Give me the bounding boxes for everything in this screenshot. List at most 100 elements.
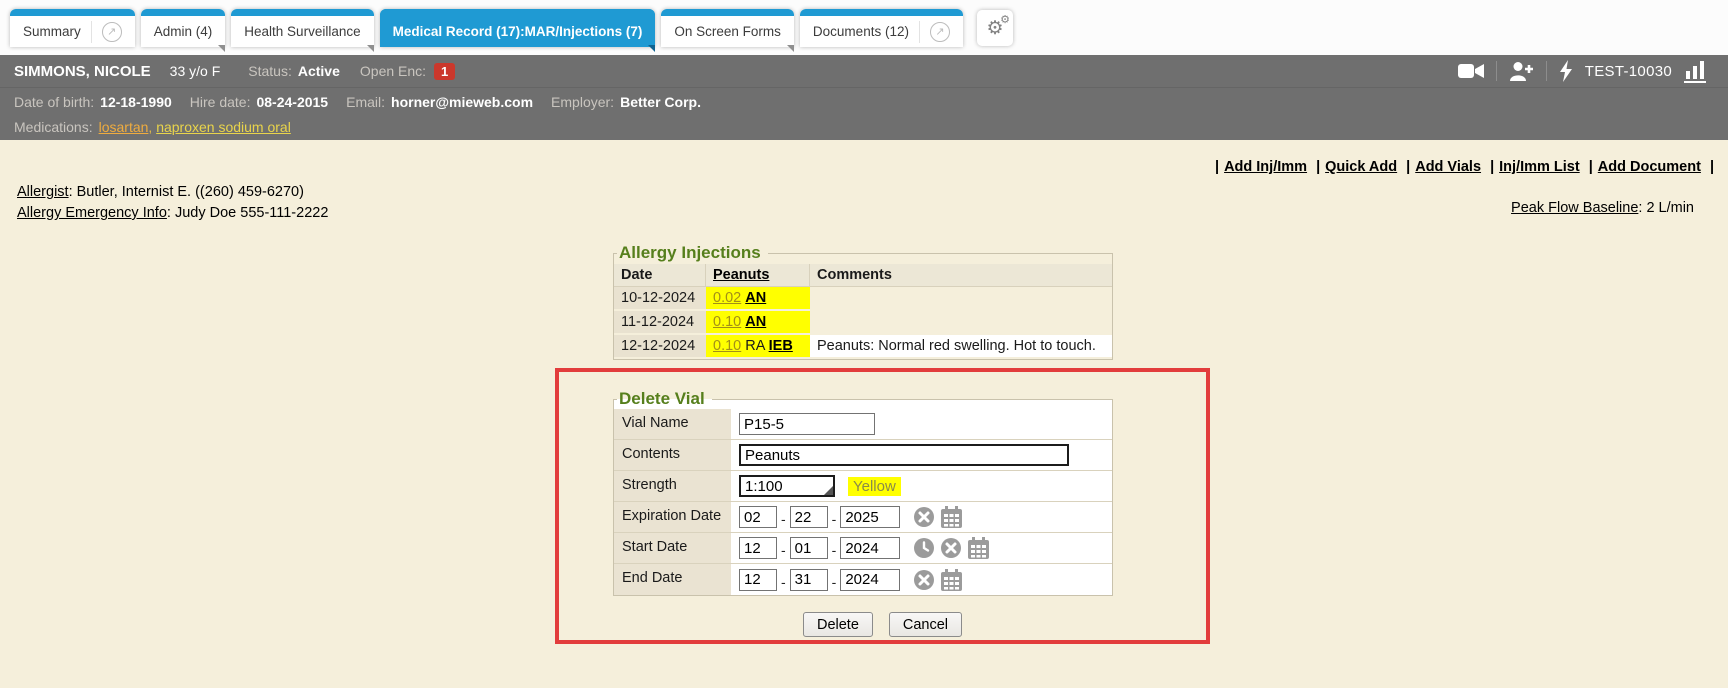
medications-row: Medications: losartan, naproxen sodium o… [0, 115, 1728, 139]
clock-icon[interactable] [913, 537, 935, 559]
email-value: horner@mieweb.com [391, 94, 533, 110]
add-inj-imm-link[interactable]: Add Inj/Imm [1224, 159, 1307, 175]
end-month-input[interactable] [739, 569, 777, 591]
patient-name: SIMMONS, NICOLE [14, 63, 151, 80]
dose-link[interactable]: 0.10 [713, 314, 741, 330]
tab-admin[interactable]: Admin (4) [141, 9, 226, 47]
allergist-link[interactable]: Allergist [17, 184, 69, 200]
delete-vial-fieldset: Delete Vial Vial Name Contents Strength … [613, 389, 1113, 596]
dose-link[interactable]: 0.10 [713, 338, 741, 354]
add-document-link[interactable]: Add Document [1598, 159, 1701, 175]
clear-date-icon[interactable] [913, 506, 935, 528]
clear-date-icon[interactable] [913, 569, 935, 591]
tab-divider [91, 21, 92, 43]
action-links: |Add Inj/Imm |Quick Add |Add Vials |Inj/… [1210, 159, 1719, 175]
vial-name-field [731, 409, 1112, 439]
date-separator: - [832, 511, 837, 527]
delete-button[interactable]: Delete [803, 612, 873, 637]
employer-value: Better Corp. [620, 94, 701, 110]
popout-icon[interactable] [930, 22, 950, 42]
patient-header: SIMMONS, NICOLE 33 y/o F Status: Active … [0, 55, 1728, 140]
hire-date-value: 08-24-2015 [256, 94, 328, 110]
allergy-emergency-link[interactable]: Allergy Emergency Info [17, 205, 167, 221]
clear-date-icon[interactable] [940, 537, 962, 559]
popout-icon[interactable] [102, 22, 122, 42]
injection-comment [810, 311, 1112, 335]
delete-vial-title: Delete Vial [617, 389, 712, 409]
allergy-emergency-value: : Judy Doe 555-111-2222 [167, 205, 329, 221]
vial-name-label: Vial Name [614, 409, 731, 439]
tab-medical-record-label: Medical Record (17):MAR/Injections (7) [393, 24, 643, 39]
injection-comment: Peanuts: Normal red swelling. Hot to tou… [810, 335, 1112, 359]
medication-link-naproxen[interactable]: naproxen sodium oral [156, 119, 291, 135]
expiration-year-input[interactable] [840, 506, 900, 528]
tab-medical-record[interactable]: Medical Record (17):MAR/Injections (7) [380, 9, 656, 47]
dose-flag-link[interactable]: IEB [769, 338, 793, 354]
date-separator: - [781, 511, 786, 527]
contents-input[interactable] [739, 444, 1069, 466]
start-month-input[interactable] [739, 537, 777, 559]
date-column-header: Date [614, 264, 706, 287]
end-date-field: - - [731, 564, 1112, 595]
allergist-value: : Butler, Internist E. ((260) 459-6270) [69, 184, 304, 200]
hire-date-label: Hire date: [190, 94, 251, 110]
strength-input[interactable] [739, 475, 835, 497]
employer-label: Employer: [551, 94, 614, 110]
open-enc-label: Open Enc: [360, 63, 426, 79]
calendar-icon[interactable] [940, 506, 963, 528]
tab-documents[interactable]: Documents (12) [800, 9, 963, 47]
status-label: Status: [248, 63, 292, 79]
calendar-icon[interactable] [967, 537, 990, 559]
link-separator: | [1311, 159, 1325, 175]
tab-summary-label: Summary [23, 24, 81, 39]
injection-date: 12-12-2024 [614, 335, 706, 359]
patient-header-row: SIMMONS, NICOLE 33 y/o F Status: Active … [0, 55, 1728, 88]
tab-summary[interactable]: Summary [10, 9, 135, 47]
bar-chart-icon[interactable] [1684, 60, 1708, 83]
top-tab-bar: Summary Admin (4) Health Surveillance Me… [0, 0, 1728, 55]
start-date-field: - - [731, 533, 1112, 563]
dose-link[interactable]: 0.02 [713, 290, 741, 306]
start-date-label: Start Date [614, 533, 731, 563]
date-separator: - [781, 542, 786, 558]
end-day-input[interactable] [790, 569, 828, 591]
tab-settings-button[interactable] [977, 10, 1013, 46]
table-header-row: Date Peanuts Comments [614, 264, 1112, 287]
start-date-row: Start Date - - [614, 533, 1112, 564]
end-date-label: End Date [614, 564, 731, 595]
contents-label: Contents [614, 440, 731, 470]
injection-date: 10-12-2024 [614, 287, 706, 311]
expiration-day-input[interactable] [790, 506, 828, 528]
medications-label: Medications: [14, 119, 93, 135]
strength-label: Strength [614, 471, 731, 501]
cancel-button[interactable]: Cancel [889, 612, 962, 637]
inj-imm-list-link[interactable]: Inj/Imm List [1499, 159, 1580, 175]
start-day-input[interactable] [790, 537, 828, 559]
vial-name-row: Vial Name [614, 409, 1112, 440]
contents-row: Contents [614, 440, 1112, 471]
calendar-icon[interactable] [940, 569, 963, 591]
dose-flag-link[interactable]: AN [745, 314, 766, 330]
dose-flag-link[interactable]: AN [745, 290, 766, 306]
add-vials-link[interactable]: Add Vials [1415, 159, 1481, 175]
lightning-bolt-icon[interactable] [1559, 60, 1573, 82]
medication-link-losartan[interactable]: losartan [99, 119, 149, 135]
video-camera-icon[interactable] [1458, 62, 1484, 80]
contact-info: Allergist: Butler, Internist E. ((260) 4… [17, 182, 328, 224]
end-year-input[interactable] [840, 569, 900, 591]
expiration-month-input[interactable] [739, 506, 777, 528]
tab-on-screen-forms[interactable]: On Screen Forms [661, 9, 794, 47]
peak-flow-link[interactable]: Peak Flow Baseline [1511, 200, 1638, 216]
vial-name-input[interactable] [739, 413, 875, 435]
injection-date: 11-12-2024 [614, 311, 706, 335]
tab-on-screen-forms-label: On Screen Forms [674, 24, 781, 39]
medication-separator: , [148, 119, 156, 135]
tab-health-surveillance-label: Health Surveillance [244, 24, 360, 39]
tab-health-surveillance[interactable]: Health Surveillance [231, 9, 373, 47]
start-year-input[interactable] [840, 537, 900, 559]
allergy-injections-title: Allergy Injections [617, 243, 768, 263]
quick-add-link[interactable]: Quick Add [1325, 159, 1397, 175]
add-person-icon[interactable] [1509, 61, 1534, 81]
peanuts-header-link[interactable]: Peanuts [713, 267, 769, 283]
open-enc-badge[interactable]: 1 [434, 63, 455, 80]
